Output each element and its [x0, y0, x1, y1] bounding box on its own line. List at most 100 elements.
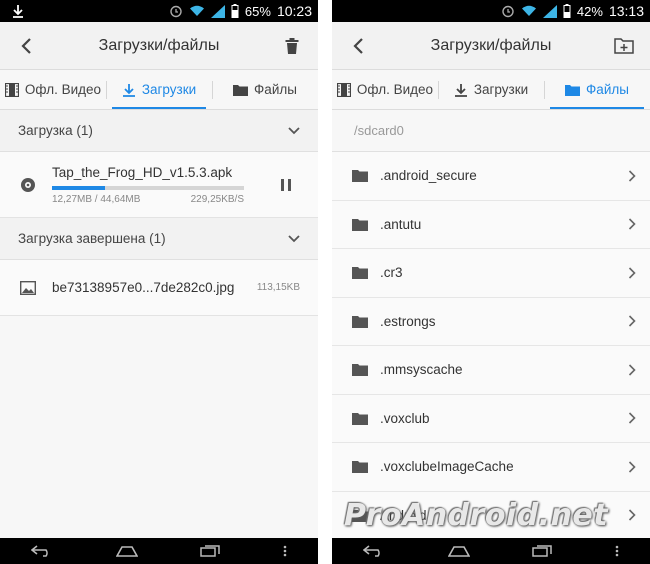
files-screen: 42% 13:13 Загрузки/файлы Офл. Видео Загр… — [332, 0, 650, 564]
clock: 13:13 — [608, 3, 644, 19]
download-item[interactable]: Tap_the_Frog_HD_v1.5.3.apk 12,27MB / 44,… — [0, 152, 318, 218]
folder-name: .antutu — [380, 216, 422, 232]
download-icon — [122, 83, 136, 97]
battery-percent: 65% — [244, 3, 271, 19]
tab-bar: Офл. Видео Загрузки Файлы — [0, 70, 318, 110]
tab-label: Файлы — [254, 82, 297, 97]
page-title: Загрузки/файлы — [98, 36, 220, 54]
chevron-right-icon — [628, 267, 636, 279]
tab-label: Загрузки — [141, 82, 197, 97]
film-icon — [336, 82, 351, 97]
folder-icon — [352, 315, 380, 328]
watermark: ProAndroid.net — [344, 498, 609, 533]
back-nav-icon[interactable] — [31, 545, 53, 557]
chevron-right-icon — [628, 315, 636, 327]
pause-icon[interactable] — [268, 178, 304, 192]
download-icon — [454, 83, 468, 97]
chevron-left-icon[interactable] — [332, 37, 384, 55]
download-speed: 229,25KB/S — [190, 193, 244, 205]
chevron-right-icon — [628, 412, 636, 424]
image-file-icon — [20, 280, 52, 295]
clock: 10:23 — [276, 3, 312, 19]
system-nav-bar — [332, 538, 650, 564]
folder-name: .mmsyscache — [380, 362, 463, 378]
signal-icon — [210, 4, 225, 18]
folder-icon — [352, 169, 380, 183]
download-size: 12,27MB / 44,64MB — [52, 193, 141, 205]
tab-offline-video[interactable]: Офл. Видео — [332, 70, 438, 109]
completed-downloads-header[interactable]: Загрузка завершена (1) — [0, 218, 318, 260]
tab-downloads[interactable]: Загрузки — [106, 70, 212, 109]
folder-name: .android_secure — [380, 168, 477, 184]
app-bar: Загрузки/файлы — [332, 22, 650, 70]
wifi-icon — [189, 5, 205, 17]
alarm-icon — [169, 4, 183, 18]
download-progress-bar — [52, 185, 244, 190]
film-icon — [4, 82, 19, 97]
folder-row[interactable]: .voxclubeImageCache — [332, 443, 650, 492]
menu-nav-icon[interactable] — [615, 545, 619, 557]
completed-size: 113,15KB — [256, 282, 300, 293]
completed-item[interactable]: be73138957e0...7de282c0.jpg 113,15KB — [0, 260, 318, 316]
new-folder-icon[interactable] — [598, 37, 650, 54]
folder-name: .voxclub — [380, 410, 430, 426]
chevron-right-icon — [628, 170, 636, 182]
chevron-left-icon[interactable] — [0, 37, 52, 55]
tab-files[interactable]: Файлы — [212, 70, 318, 109]
download-notification-icon — [12, 4, 24, 18]
download-filename: Tap_the_Frog_HD_v1.5.3.apk — [52, 164, 233, 180]
folder-row[interactable]: .mmsyscache — [332, 346, 650, 395]
folder-row[interactable]: .android_secure — [332, 152, 650, 201]
trash-icon[interactable] — [266, 37, 318, 54]
tab-files[interactable]: Файлы — [544, 70, 650, 109]
section-label: Загрузка завершена (1) — [18, 231, 166, 246]
wifi-icon — [521, 5, 537, 17]
chevron-right-icon — [628, 461, 636, 473]
back-nav-icon[interactable] — [363, 545, 385, 557]
folder-list: .android_secure .antutu .cr3 .estrongs .mmsy… — [332, 152, 650, 540]
folder-name: .cr3 — [380, 265, 403, 281]
folder-row[interactable]: .estrongs — [332, 297, 650, 346]
folder-icon — [352, 412, 380, 425]
menu-nav-icon[interactable] — [283, 545, 287, 557]
alarm-icon — [501, 4, 515, 18]
chevron-right-icon — [628, 364, 636, 376]
completed-filename: be73138957e0...7de282c0.jpg — [52, 280, 235, 295]
chevron-right-icon — [628, 509, 636, 521]
downloads-screen: 65% 10:23 Загрузки/файлы Офл. Видео Загр… — [0, 0, 318, 564]
battery-icon — [231, 4, 239, 18]
folder-name: .estrongs — [380, 313, 436, 329]
folder-icon — [352, 218, 380, 231]
folder-icon — [352, 266, 380, 280]
folder-row[interactable]: .antutu — [332, 200, 650, 249]
folder-row[interactable]: .voxclub — [332, 394, 650, 443]
folder-icon — [352, 363, 380, 377]
tab-downloads[interactable]: Загрузки — [438, 70, 544, 109]
folder-row[interactable]: .cr3 — [332, 249, 650, 298]
status-bar: 42% 13:13 — [332, 0, 650, 22]
battery-icon — [563, 4, 571, 18]
page-title: Загрузки/файлы — [430, 36, 552, 54]
chevron-down-icon[interactable] — [288, 234, 300, 243]
apk-file-icon — [20, 177, 52, 193]
section-label: Загрузка (1) — [18, 123, 93, 138]
tab-label: Офл. Видео — [356, 82, 434, 97]
system-nav-bar — [0, 538, 318, 564]
folder-name: .voxclubeImageCache — [380, 459, 514, 475]
chevron-right-icon — [628, 218, 636, 230]
battery-percent: 42% — [576, 3, 603, 19]
chevron-down-icon[interactable] — [288, 126, 300, 135]
tab-bar: Офл. Видео Загрузки Файлы — [332, 70, 650, 110]
recents-nav-icon[interactable] — [200, 545, 220, 557]
home-nav-icon[interactable] — [115, 545, 138, 557]
tab-label: Офл. Видео — [24, 82, 102, 97]
tab-label: Загрузки — [473, 82, 529, 97]
current-path: /sdcard0 — [332, 110, 650, 152]
folder-icon — [233, 84, 249, 96]
active-downloads-header[interactable]: Загрузка (1) — [0, 110, 318, 152]
home-nav-icon[interactable] — [447, 545, 470, 557]
tab-offline-video[interactable]: Офл. Видео — [0, 70, 106, 109]
folder-icon — [565, 84, 581, 96]
signal-icon — [542, 4, 557, 18]
recents-nav-icon[interactable] — [532, 545, 552, 557]
